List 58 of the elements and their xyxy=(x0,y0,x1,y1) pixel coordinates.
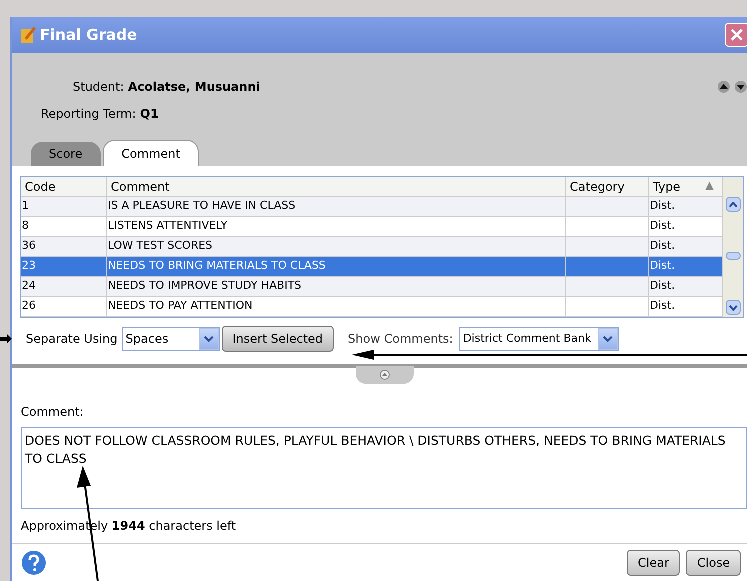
table-cell-text: Dist. xyxy=(649,298,676,314)
table-cell-text: NEEDS TO IMPROVE STUDY HABITS xyxy=(107,278,303,294)
scroll-thumb[interactable] xyxy=(726,252,740,260)
table-cell-text: 1 xyxy=(21,198,30,214)
table-cell-text: 23 xyxy=(21,258,37,274)
show-comments-label: Show Comments: xyxy=(348,331,454,348)
collapse-handle[interactable] xyxy=(356,366,414,384)
table-cell-text: Dist. xyxy=(649,278,676,294)
comment-label: Comment: xyxy=(21,404,85,421)
table-cell-text: 8 xyxy=(21,218,30,234)
insert-selected-button[interactable]: Insert Selected xyxy=(222,326,334,352)
dropdown-button[interactable] xyxy=(598,328,618,350)
notepad-pencil-icon xyxy=(20,26,36,44)
table-cell-text: IS A PLEASURE TO HAVE IN CLASS xyxy=(107,198,297,214)
table-cell-text: 24 xyxy=(21,278,37,294)
table-cell-text: Dist. xyxy=(649,258,676,274)
table-cell-text: Dist. xyxy=(649,218,676,234)
table-row[interactable]: 1 IS A PLEASURE TO HAVE IN CLASS Dist. xyxy=(21,197,723,217)
help-icon[interactable] xyxy=(21,550,47,576)
dialog-button[interactable]: Clear xyxy=(627,550,680,576)
table-row[interactable]: 24 NEEDS TO IMPROVE STUDY HABITS Dist. xyxy=(21,277,723,297)
table-cell-text: Dist. xyxy=(649,238,676,254)
comment-field[interactable]: DOES NOT FOLLOW CLASSROOM RULES, PLAYFUL BEHAVIOR \ DISTURBS OTHERS, NEEDS TO BRING MATERIALS TO CLASS xyxy=(21,427,747,509)
table-cell-text: NEEDS TO BRING MATERIALS TO CLASS xyxy=(107,258,327,274)
table-cell-text: Dist. xyxy=(649,198,676,214)
dialog-button[interactable]: Close xyxy=(686,550,742,576)
table-cell-text: 26 xyxy=(21,298,37,314)
reporting-term-label: Reporting Term: xyxy=(41,106,136,123)
table-cell-text: NEEDS TO PAY ATTENTION xyxy=(107,298,254,314)
sort-mark: ▲ xyxy=(706,178,714,194)
tab[interactable]: Score xyxy=(31,142,101,166)
reporting-term-value: Q1 xyxy=(140,106,159,123)
table-row[interactable]: 23 NEEDS TO BRING MATERIALS TO CLASS Dist. xyxy=(21,257,723,277)
next-student-icon[interactable] xyxy=(734,80,747,94)
tab[interactable]: Comment xyxy=(102,140,200,166)
window-title: Final Grade xyxy=(40,24,138,46)
student-name: Acolatse, Musuanni xyxy=(128,79,260,96)
caret-icon xyxy=(603,336,614,342)
scrollbar[interactable] xyxy=(723,177,743,317)
table-cell-text: 36 xyxy=(21,238,37,254)
comment-bank-dropdown[interactable]: District Comment Bank xyxy=(459,327,620,351)
dropdown-button[interactable] xyxy=(198,328,219,350)
separate-using-label: Separate Using xyxy=(26,331,118,348)
scroll-down-icon[interactable] xyxy=(726,300,740,315)
eject-icon xyxy=(379,370,391,380)
table-cell-text: LISTENS ATTENTIVELY xyxy=(107,218,229,234)
table-cell-text: LOW TEST SCORES xyxy=(107,238,214,254)
close-button[interactable] xyxy=(725,23,747,47)
annotation-arrow xyxy=(0,334,12,344)
student-label: Student: xyxy=(73,79,124,96)
scroll-up-icon[interactable] xyxy=(726,197,740,212)
separator-dropdown[interactable]: Spaces xyxy=(122,327,220,351)
table-row[interactable]: 8 LISTENS ATTENTIVELY Dist. xyxy=(21,217,723,237)
close-icon xyxy=(731,29,743,41)
previous-student-icon[interactable] xyxy=(717,80,731,94)
caret-icon xyxy=(204,336,214,342)
table-row[interactable]: 26 NEEDS TO PAY ATTENTION Dist. xyxy=(21,297,723,317)
table-row[interactable]: 36 LOW TEST SCORES Dist. xyxy=(21,237,723,257)
